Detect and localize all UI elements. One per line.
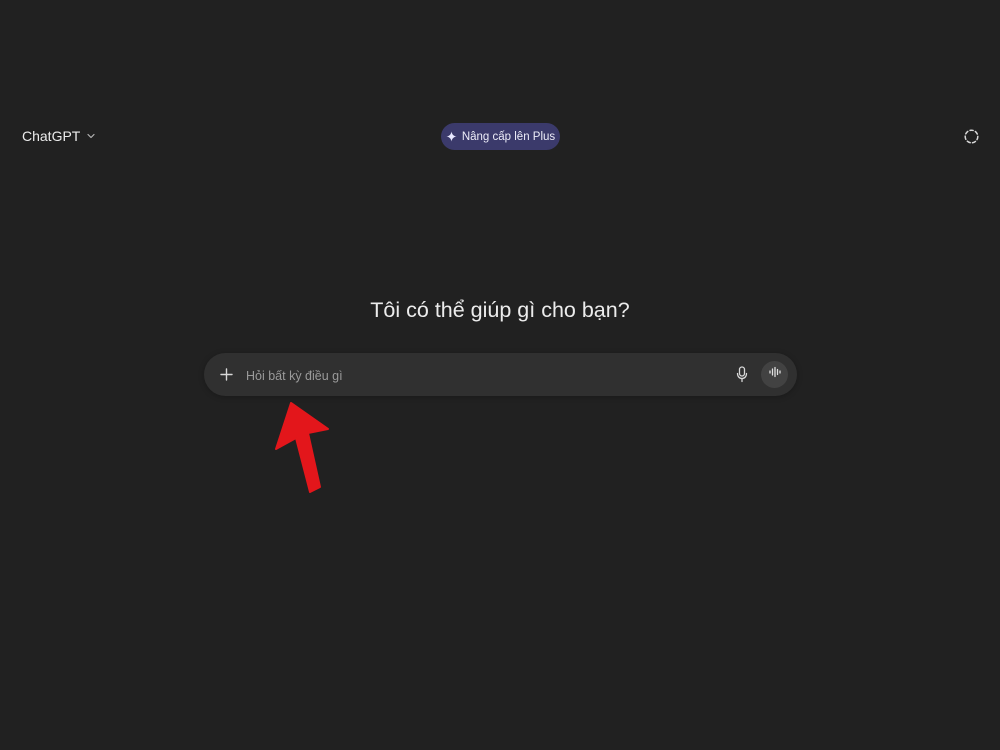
model-switcher[interactable]: ChatGPT <box>22 128 96 144</box>
chevron-down-icon <box>86 131 96 141</box>
microphone-icon[interactable] <box>735 365 749 384</box>
model-name: ChatGPT <box>22 128 81 144</box>
temporary-chat-button[interactable] <box>963 128 980 145</box>
plus-icon[interactable] <box>218 366 235 383</box>
composer-input[interactable] <box>244 364 728 387</box>
upgrade-plus-button[interactable]: Nâng cấp lên Plus <box>441 123 560 150</box>
composer <box>204 353 797 396</box>
voice-mode-button[interactable] <box>761 361 788 388</box>
page-title: Tôi có thể giúp gì cho bạn? <box>370 298 630 322</box>
red-arrow-annotation <box>275 402 329 493</box>
upgrade-label: Nâng cấp lên Plus <box>461 130 556 143</box>
sparkle-icon <box>446 131 457 142</box>
dashed-circle-icon <box>963 129 980 149</box>
voice-waveform-icon <box>768 365 782 384</box>
chat-page: ChatGPT Nâng cấp lên Plus Tôi có thể giú… <box>0 0 1000 750</box>
